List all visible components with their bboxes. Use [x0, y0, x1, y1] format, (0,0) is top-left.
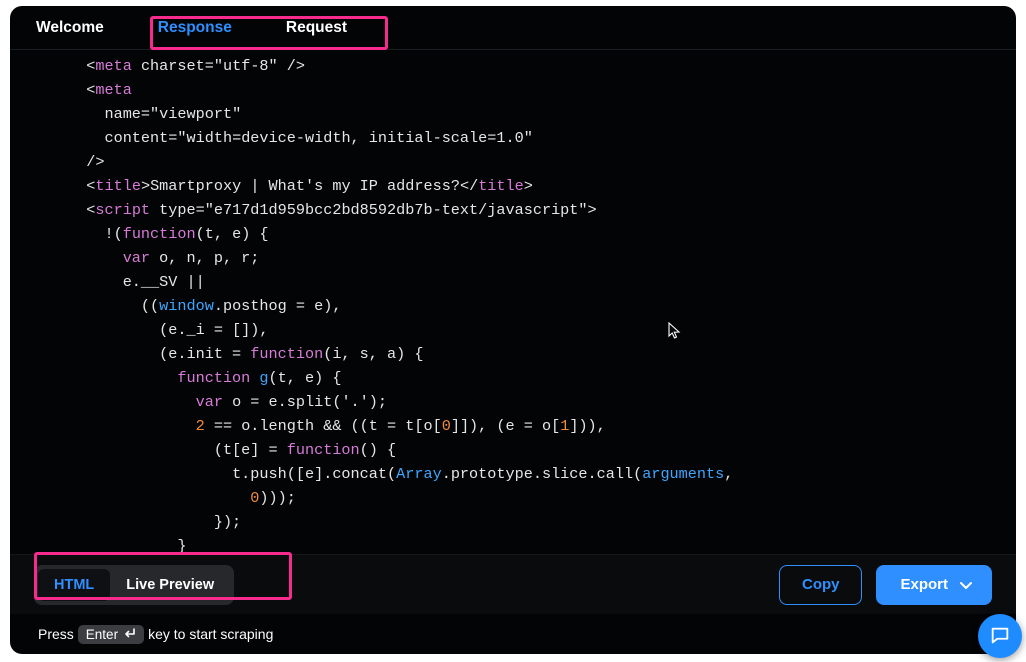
hint-rest: key to start scraping: [148, 626, 273, 642]
app-frame: Welcome Response Request <meta charset="…: [10, 6, 1016, 654]
hint-press: Press: [38, 626, 74, 642]
copy-button[interactable]: Copy: [779, 565, 863, 605]
enter-arrow-icon: [122, 628, 136, 640]
view-mode-live-preview[interactable]: Live Preview: [110, 569, 230, 601]
hint-bar: Press Enter key to start scraping: [10, 614, 1016, 654]
chevron-down-icon: [958, 577, 974, 593]
tab-bar: Welcome Response Request: [10, 6, 1016, 50]
code-viewer: <meta charset="utf-8" /> <meta name="vie…: [10, 50, 1016, 554]
chat-icon: [989, 625, 1011, 647]
view-mode-segment: HTML Live Preview: [34, 565, 234, 605]
code-content: <meta charset="utf-8" /> <meta name="vie…: [68, 54, 1016, 554]
export-button-label: Export: [900, 576, 948, 593]
footer-toolbar: HTML Live Preview Copy Export: [10, 554, 1016, 614]
tab-request[interactable]: Request: [286, 6, 347, 50]
chat-launcher[interactable]: [978, 614, 1022, 658]
tab-response[interactable]: Response: [158, 6, 232, 50]
enter-key-label: Enter: [86, 627, 118, 642]
export-button[interactable]: Export: [876, 565, 992, 605]
enter-keycap: Enter: [78, 625, 144, 644]
tab-welcome[interactable]: Welcome: [36, 6, 104, 50]
view-mode-html[interactable]: HTML: [38, 569, 110, 601]
